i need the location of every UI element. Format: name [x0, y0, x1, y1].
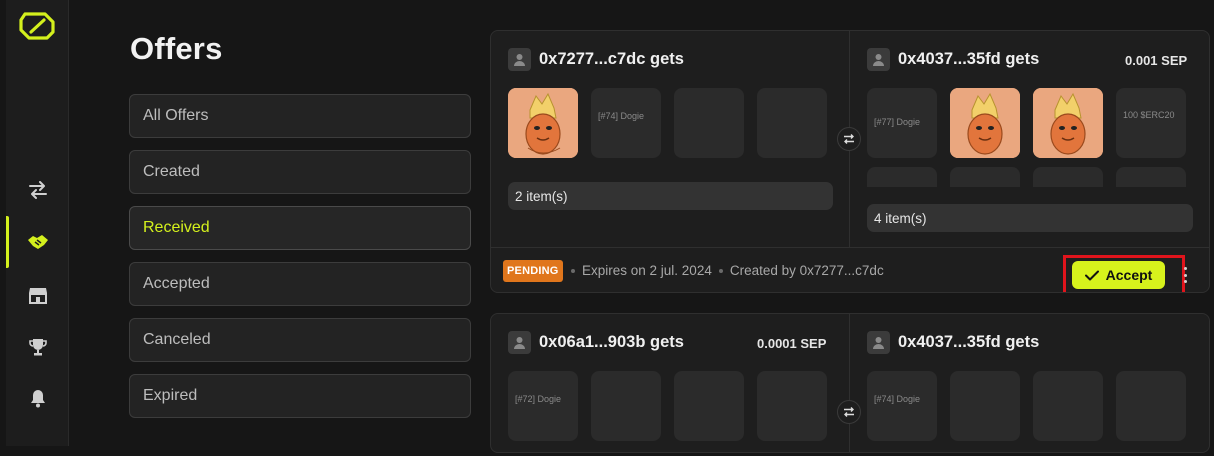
token-amount: 0.001 SEP	[1125, 53, 1188, 68]
card-divider	[849, 314, 850, 452]
swap-icon	[837, 400, 861, 424]
nft-thumbnail[interactable]	[1033, 88, 1103, 158]
accept-button[interactable]: Accept	[1072, 261, 1165, 289]
recipient-address: 0x06a1...903b gets	[539, 333, 684, 351]
nft-thumbnail[interactable]	[950, 88, 1020, 158]
empty-slot	[1116, 167, 1186, 187]
item-label: [#74] Dogie	[598, 111, 645, 121]
offer-card: 0x06a1...903b gets 0.0001 SEP [#72] Dogi…	[490, 313, 1210, 453]
empty-slot	[591, 371, 661, 441]
offer-meta: Expires on 2 jul. 2024 Created by 0x7277.…	[564, 263, 884, 278]
expiry-date: Expires on 2 jul. 2024	[582, 263, 712, 278]
recipient-address: 0x4037...35fd gets	[898, 50, 1040, 68]
avatar	[867, 331, 890, 354]
offer-left-header: 0x06a1...903b gets	[508, 331, 684, 354]
accept-label: Accept	[1105, 267, 1153, 283]
item-label: [#74] Dogie	[874, 394, 921, 404]
active-indicator	[6, 216, 9, 268]
offer-card: 0x7277...c7dc gets [#74] Dogie 2 item(s)…	[490, 30, 1210, 293]
filter-expired[interactable]: Expired	[129, 374, 471, 418]
nft-thumbnail[interactable]: [#77] Dogie	[867, 88, 937, 158]
swap-icon	[837, 127, 861, 151]
sidebar-rail	[6, 0, 69, 446]
offer-left-header: 0x7277...c7dc gets	[508, 48, 684, 71]
empty-slot	[950, 167, 1020, 187]
swap-arrows-icon[interactable]	[26, 178, 50, 202]
separator-dot	[718, 269, 723, 274]
check-icon	[1084, 270, 1099, 280]
offer-right-header: 0x4037...35fd gets	[867, 48, 1039, 71]
recipient-address: 0x7277...c7dc gets	[539, 50, 684, 68]
item-label: 100 $ERC20	[1123, 110, 1175, 120]
filter-accepted[interactable]: Accepted	[129, 262, 471, 306]
nft-thumbnail[interactable]	[508, 88, 578, 158]
avatar	[508, 48, 531, 71]
empty-slot	[757, 371, 827, 441]
more-options-icon[interactable]	[1183, 267, 1187, 283]
offer-right-header: 0x4037...35fd gets	[867, 331, 1039, 354]
handshake-icon[interactable]	[26, 230, 50, 254]
separator-dot	[571, 269, 575, 274]
empty-slot	[674, 88, 744, 158]
card-footer: PENDING Expires on 2 jul. 2024 Created by…	[491, 248, 1209, 292]
avatar	[508, 331, 531, 354]
avatar	[867, 48, 890, 71]
empty-slot	[950, 371, 1020, 441]
empty-slot	[1033, 371, 1103, 441]
token-tile[interactable]: 100 $ERC20	[1116, 88, 1186, 158]
empty-slot	[757, 88, 827, 158]
nft-thumbnail[interactable]: [#74] Dogie	[867, 371, 937, 441]
item-label: [#77] Dogie	[874, 117, 921, 127]
page-title: Offers	[130, 31, 223, 66]
nft-thumbnail[interactable]: [#72] Dogie	[508, 371, 578, 441]
bell-icon[interactable]	[26, 386, 50, 410]
trophy-icon[interactable]	[26, 335, 50, 359]
logo-icon[interactable]	[17, 10, 57, 44]
empty-slot	[674, 371, 744, 441]
item-label: [#72] Dogie	[515, 394, 562, 404]
empty-slot	[1033, 167, 1103, 187]
recipient-address: 0x4037...35fd gets	[898, 333, 1040, 351]
status-badge: PENDING	[503, 260, 563, 282]
filter-created[interactable]: Created	[129, 150, 471, 194]
empty-slot	[867, 167, 937, 187]
item-count: 4 item(s)	[867, 204, 1193, 232]
empty-slot	[1116, 371, 1186, 441]
filter-received[interactable]: Received	[129, 206, 471, 250]
created-by: Created by 0x7277...c7dc	[729, 263, 884, 278]
storefront-icon[interactable]	[26, 283, 50, 307]
filter-canceled[interactable]: Canceled	[129, 318, 471, 362]
item-count: 2 item(s)	[508, 182, 833, 210]
token-amount: 0.0001 SEP	[757, 336, 827, 351]
nft-thumbnail[interactable]: [#74] Dogie	[591, 88, 661, 158]
filter-all-offers[interactable]: All Offers	[129, 94, 471, 138]
